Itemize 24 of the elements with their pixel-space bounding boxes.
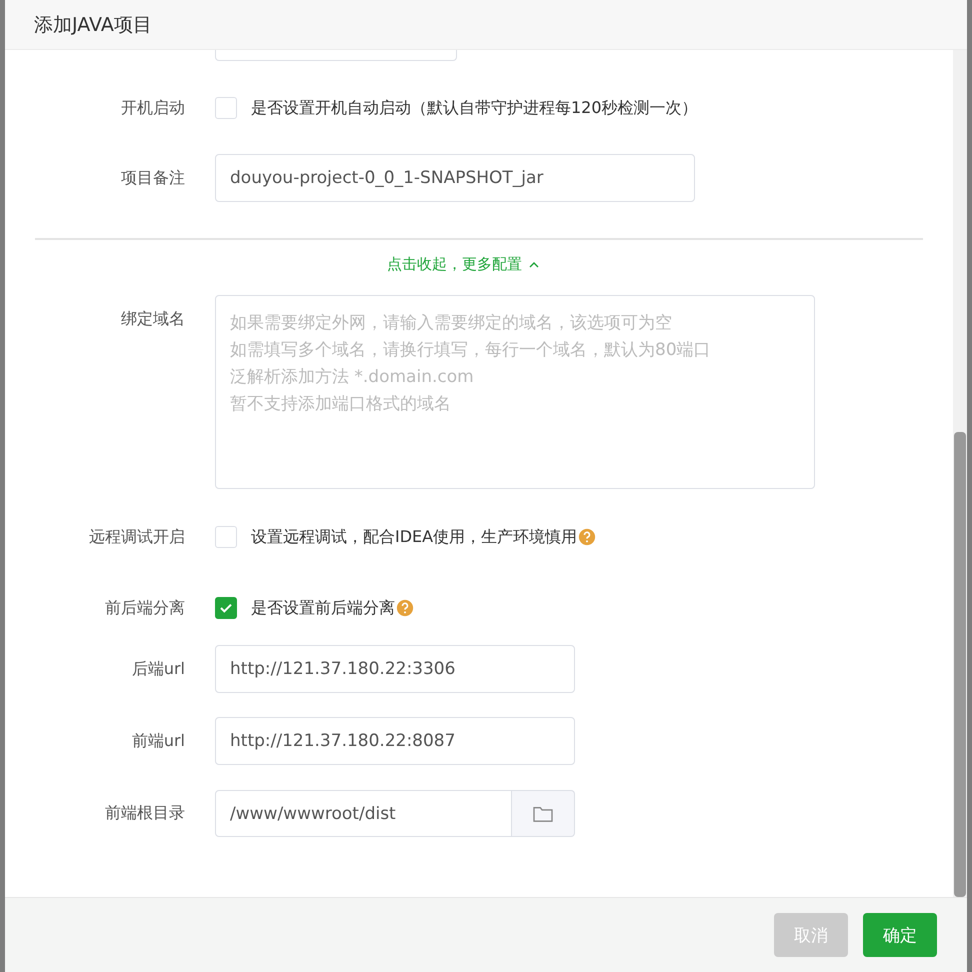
field-label: 前端根目录 bbox=[104, 803, 185, 824]
input-field[interactable] bbox=[215, 50, 457, 61]
help-icon[interactable] bbox=[396, 599, 414, 617]
dialog-title: 添加JAVA项目 bbox=[34, 12, 152, 38]
folder-button[interactable] bbox=[512, 790, 575, 837]
field-label: 后端url bbox=[130, 658, 185, 680]
domain-textarea[interactable]: 如果需要绑定外网，请输入需要绑定的域名，该选项可为空 如需填写多个域名，请换行填写，每行一个域名，默认为80端口 泛解析添加方法 *.domain.com 暂不支持添加端口格式的域名 bbox=[215, 295, 815, 489]
field-label: 项目备注 bbox=[120, 168, 185, 188]
input-field[interactable]: /www/wwwroot/dist bbox=[215, 790, 512, 837]
field-label: 前后端分离 bbox=[104, 598, 185, 618]
field-label: 绑定域名 bbox=[120, 309, 185, 330]
field-label: 开机启动 bbox=[120, 98, 185, 118]
input-field[interactable]: http://121.37.180.22:8087 bbox=[215, 717, 575, 765]
scrollbar[interactable] bbox=[953, 50, 967, 897]
help-icon[interactable] bbox=[578, 528, 596, 546]
input-field[interactable]: http://121.37.180.22:3306 bbox=[215, 645, 575, 693]
field-label: 前端url bbox=[130, 730, 185, 752]
checkbox-label: 是否设置开机自动启动（默认自带守护进程每120秒检测一次） bbox=[251, 98, 698, 118]
input-field[interactable]: douyou-project-0_0_1-SNAPSHOT_jar bbox=[215, 154, 695, 202]
folder-icon bbox=[532, 804, 554, 822]
checkbox-label: 设置远程调试，配合IDEA使用，生产环境慎用 bbox=[251, 526, 578, 548]
checkbox[interactable] bbox=[215, 597, 237, 619]
checkbox-label: 是否设置前后端分离 bbox=[251, 598, 395, 618]
field-label: 远程调试开启 bbox=[88, 526, 185, 548]
